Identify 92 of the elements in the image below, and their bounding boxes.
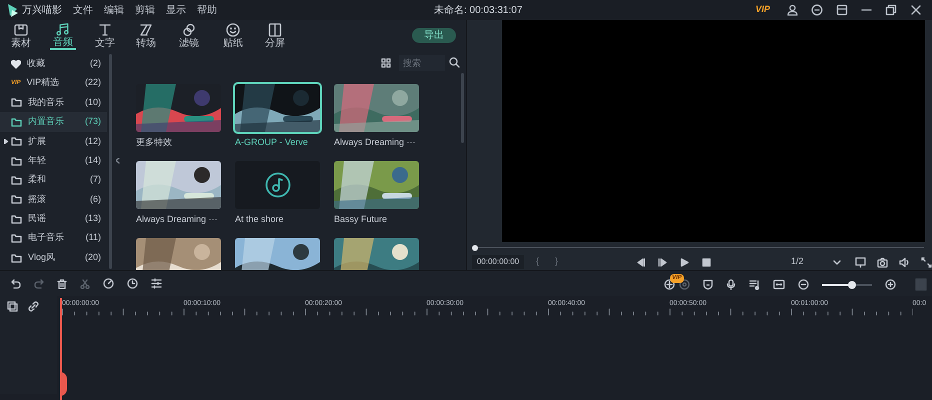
grid-view-icon[interactable] (380, 58, 391, 68)
media-title: Always Dreaming ··· (136, 213, 219, 226)
folder-icon (11, 252, 22, 263)
seek-thumb[interactable] (472, 244, 478, 251)
play-icon[interactable] (680, 258, 689, 267)
zoom-out-icon[interactable] (798, 279, 809, 290)
app-name: 万兴喵影 (22, 4, 62, 18)
speedometer-icon[interactable] (103, 278, 114, 289)
media-title: 更多特效 (136, 136, 173, 149)
step-back-icon[interactable] (636, 258, 645, 267)
library-item[interactable]: 民谣 (13) (0, 209, 107, 229)
media-title: At the shore (235, 213, 285, 226)
folder-icon (11, 233, 22, 244)
export-button[interactable]: 导出 (412, 28, 456, 43)
zoom-slider[interactable] (822, 280, 872, 288)
playhead-handle[interactable] (60, 372, 67, 396)
folder-icon (11, 136, 22, 146)
caret-right-icon[interactable] (4, 138, 9, 144)
fullscreen-icon[interactable] (921, 256, 932, 268)
clock-icon[interactable] (127, 278, 138, 289)
overlapping-circles-icon (181, 22, 197, 38)
library-item[interactable]: 摇滚 (6) (0, 190, 107, 210)
media-tab[interactable]: 素材 (8, 22, 34, 50)
menu-item[interactable]: 帮助 (197, 2, 217, 18)
music-note-icon (264, 172, 290, 198)
vip-badge[interactable]: VIP (755, 3, 770, 17)
close-icon[interactable] (910, 4, 922, 16)
folder-icon (11, 156, 22, 166)
timecode-field[interactable]: 00:00:00:00 (472, 255, 524, 270)
step-forward-icon[interactable] (658, 258, 667, 267)
microphone-icon[interactable] (726, 279, 736, 290)
shield-icon[interactable] (703, 279, 713, 290)
media-title: A-GROUP - Verve (235, 136, 309, 149)
menu-item[interactable]: 剪辑 (135, 2, 155, 18)
folder-icon (11, 116, 22, 127)
camera-icon[interactable] (877, 256, 888, 268)
project-title: 未命名: 00:03:31:07 (434, 4, 522, 18)
library-item[interactable]: 年轻 (14) (0, 150, 107, 170)
media-title: Always Dreaming ··· (334, 136, 417, 149)
sliders-icon[interactable] (151, 278, 162, 289)
stop-icon[interactable] (702, 258, 711, 267)
library-item[interactable]: 柔和 (7) (0, 170, 107, 190)
media-tab[interactable]: 文字 (92, 22, 118, 50)
music-note-icon (55, 22, 71, 37)
heart-icon (11, 58, 21, 69)
scrollbar[interactable] (460, 73, 464, 143)
search-field[interactable]: 搜索 (398, 54, 445, 70)
scrollbar[interactable] (109, 54, 112, 269)
media-tab[interactable]: 贴纸 (220, 22, 246, 50)
chevron-down-icon (833, 260, 841, 265)
monitor-icon[interactable] (855, 256, 866, 268)
media-tab[interactable]: 转场 (133, 22, 159, 50)
app-logo-icon (5, 2, 19, 18)
delete-icon[interactable] (57, 278, 67, 288)
folder-icon (11, 214, 22, 224)
media-tab[interactable]: 音频 (50, 22, 76, 50)
restore-icon[interactable] (885, 4, 897, 16)
folder-icon (11, 175, 22, 186)
media-tab[interactable]: 滤镜 (176, 22, 202, 50)
menu-item[interactable]: 编辑 (104, 2, 124, 18)
smiley-icon (225, 22, 241, 38)
library-item[interactable]: 扩展 (12) (0, 132, 107, 151)
redo-icon[interactable] (34, 278, 44, 288)
menu-item[interactable]: 显示 (166, 2, 186, 18)
box-icon (13, 22, 29, 38)
menu-item[interactable]: 文件 (73, 2, 93, 18)
media-title: Bassy Future (334, 213, 388, 226)
split-screen-icon (267, 22, 283, 38)
transition-icon (138, 22, 154, 38)
scale-dropdown[interactable]: 1/2 (791, 255, 841, 269)
library-item[interactable]: Vlog风 (20) (0, 248, 107, 268)
library-item[interactable]: 收藏 (2) (0, 54, 107, 74)
library-item[interactable]: 电子音乐 (11) (0, 228, 107, 248)
undo-icon[interactable] (11, 278, 21, 288)
add-track-icon[interactable] (7, 301, 18, 312)
media-thumbnail[interactable] (235, 161, 320, 209)
target-icon[interactable] (679, 279, 690, 290)
link-icon[interactable] (28, 301, 39, 312)
folder-icon (11, 97, 22, 108)
scissors-icon[interactable] (80, 278, 90, 288)
user-icon[interactable] (787, 4, 798, 16)
text-icon (97, 22, 113, 38)
speaker-icon[interactable] (899, 256, 910, 268)
search-icon[interactable] (448, 57, 460, 68)
zoom-in-icon[interactable] (885, 279, 896, 290)
library-item[interactable]: 我的音乐 (10) (0, 92, 107, 112)
library-item[interactable]: 内置音乐 (73) (0, 112, 107, 132)
zoom-thumb[interactable] (848, 280, 856, 288)
fit-icon[interactable] (773, 279, 785, 290)
folder-icon (11, 194, 22, 204)
playlist-icon[interactable] (749, 279, 760, 290)
media-tab[interactable]: 分屏 (262, 22, 288, 50)
